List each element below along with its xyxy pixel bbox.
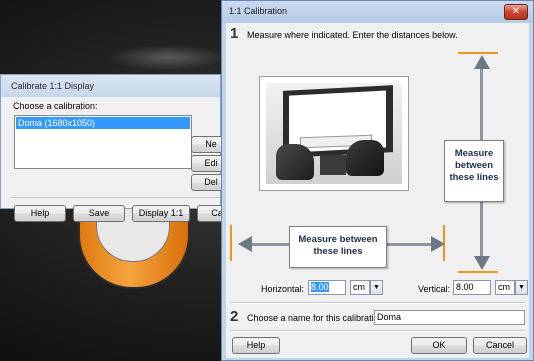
callout-text: Measure — [454, 148, 494, 159]
step-number: 1 — [230, 25, 239, 42]
horizontal-measure-callout: Measure between these lines — [289, 226, 387, 268]
help-button[interactable]: Help — [232, 337, 280, 354]
callout-text: Measure between — [298, 234, 378, 245]
calibrate-display-window: Calibrate 1:1 Display Choose a calibrati… — [0, 74, 237, 222]
save-button[interactable]: Save — [73, 205, 125, 222]
ok-button[interactable]: OK — [411, 337, 467, 354]
window-title: 1:1 Calibration — [222, 1, 533, 23]
window-title: Calibrate 1:1 Display — [1, 75, 220, 97]
top-measure-line — [458, 52, 498, 54]
display-1-1-button[interactable]: Display 1:1 — [132, 205, 190, 222]
arrow-left-icon — [238, 236, 252, 252]
step-number: 2 — [230, 308, 239, 325]
arrow-up-icon — [474, 55, 490, 69]
cancel-button[interactable]: Cancel — [473, 337, 527, 354]
callout-text: between — [454, 160, 493, 171]
window-body: 1 Measure where indicated. Enter the dis… — [226, 23, 529, 358]
divider — [230, 302, 525, 304]
bottom-measure-line — [458, 271, 498, 273]
chevron-down-icon[interactable]: ▼ — [515, 280, 528, 295]
callout-text: these lines — [313, 246, 363, 257]
horizontal-value: 8.00 — [311, 282, 329, 292]
left-measure-line — [230, 225, 232, 261]
choose-calibration-label: Choose a calibration: — [13, 101, 98, 111]
calibration-name-input[interactable]: Doma — [374, 310, 525, 325]
arrow-down-icon — [474, 256, 490, 270]
horizontal-input[interactable]: 8.00 — [308, 280, 346, 295]
calibration-list[interactable]: Doma (1680x1050) — [14, 115, 192, 169]
vertical-label: Vertical: — [418, 284, 451, 294]
horizontal-label: Horizontal: — [261, 284, 305, 294]
help-button[interactable]: Help — [14, 205, 66, 222]
close-icon[interactable]: ✕ — [504, 4, 528, 20]
callout-text: these lines — [449, 172, 499, 183]
vertical-input[interactable]: 8.00 — [453, 280, 491, 295]
vertical-unit-select[interactable]: cm — [495, 280, 515, 295]
divider — [230, 330, 525, 332]
hand-image — [346, 140, 384, 176]
step-instruction: Choose a name for this calibration: — [247, 313, 387, 323]
chevron-down-icon[interactable]: ▼ — [370, 280, 383, 295]
window-body: Choose a calibration: Doma (1680x1050) N… — [5, 97, 237, 222]
divider — [11, 197, 220, 198]
monitor-stand — [320, 155, 346, 175]
step-instruction: Measure where indicated. Enter the dista… — [247, 30, 458, 40]
background-device-art — [108, 45, 228, 70]
calibration-illustration — [259, 76, 409, 191]
calibration-window: 1:1 Calibration ✕ 1 Measure where indica… — [221, 0, 534, 361]
list-item[interactable]: Doma (1680x1050) — [16, 117, 190, 129]
horizontal-unit-select[interactable]: cm — [350, 280, 370, 295]
hand-image — [276, 144, 314, 180]
arrow-right-icon — [431, 236, 445, 252]
vertical-measure-callout: Measure between these lines — [444, 140, 504, 202]
illustration-photo — [266, 83, 402, 184]
